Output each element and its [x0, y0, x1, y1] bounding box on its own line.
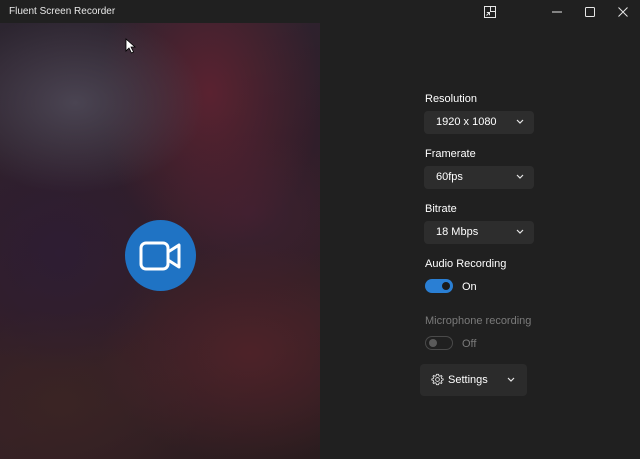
audio-recording-state: On	[462, 281, 477, 293]
chevron-down-icon	[516, 174, 524, 179]
audio-recording-toggle[interactable]	[425, 279, 453, 293]
compact-overlay-button[interactable]	[473, 0, 507, 23]
maximize-button[interactable]	[573, 0, 607, 23]
preview-area	[0, 23, 320, 459]
microphone-recording-state: Off	[462, 338, 477, 350]
resolution-dropdown[interactable]: 1920 x 1080	[424, 111, 534, 134]
close-button[interactable]	[606, 0, 640, 23]
title-bar: Fluent Screen Recorder	[0, 0, 640, 23]
chevron-down-icon	[516, 119, 524, 124]
bitrate-dropdown[interactable]: 18 Mbps	[424, 221, 534, 244]
close-icon	[618, 6, 628, 17]
settings-panel: Resolution 1920 x 1080 Framerate 60fps B…	[320, 23, 640, 459]
chevron-down-icon	[507, 377, 515, 382]
audio-recording-label: Audio Recording	[425, 258, 507, 270]
minimize-icon	[552, 11, 562, 12]
resolution-value: 1920 x 1080	[436, 116, 497, 128]
settings-button[interactable]: Settings	[420, 364, 527, 396]
chevron-down-icon	[516, 229, 524, 234]
mouse-cursor-icon	[125, 38, 136, 54]
microphone-recording-label: Microphone recording	[425, 315, 532, 327]
window-title: Fluent Screen Recorder	[9, 6, 116, 17]
maximize-icon	[585, 6, 595, 17]
video-camera-icon	[139, 241, 180, 270]
framerate-value: 60fps	[436, 171, 463, 183]
framerate-label: Framerate	[425, 148, 476, 160]
microphone-recording-toggle[interactable]	[425, 336, 453, 350]
gear-icon	[431, 373, 444, 386]
resolution-label: Resolution	[425, 93, 477, 105]
settings-button-label: Settings	[448, 374, 488, 386]
toggle-knob	[429, 339, 437, 347]
framerate-dropdown[interactable]: 60fps	[424, 166, 534, 189]
bitrate-value: 18 Mbps	[436, 226, 479, 238]
minimize-button[interactable]	[540, 0, 574, 23]
toggle-knob	[442, 282, 450, 290]
bitrate-label: Bitrate	[425, 203, 457, 215]
compact-overlay-icon	[484, 5, 496, 18]
record-button[interactable]	[125, 220, 196, 291]
